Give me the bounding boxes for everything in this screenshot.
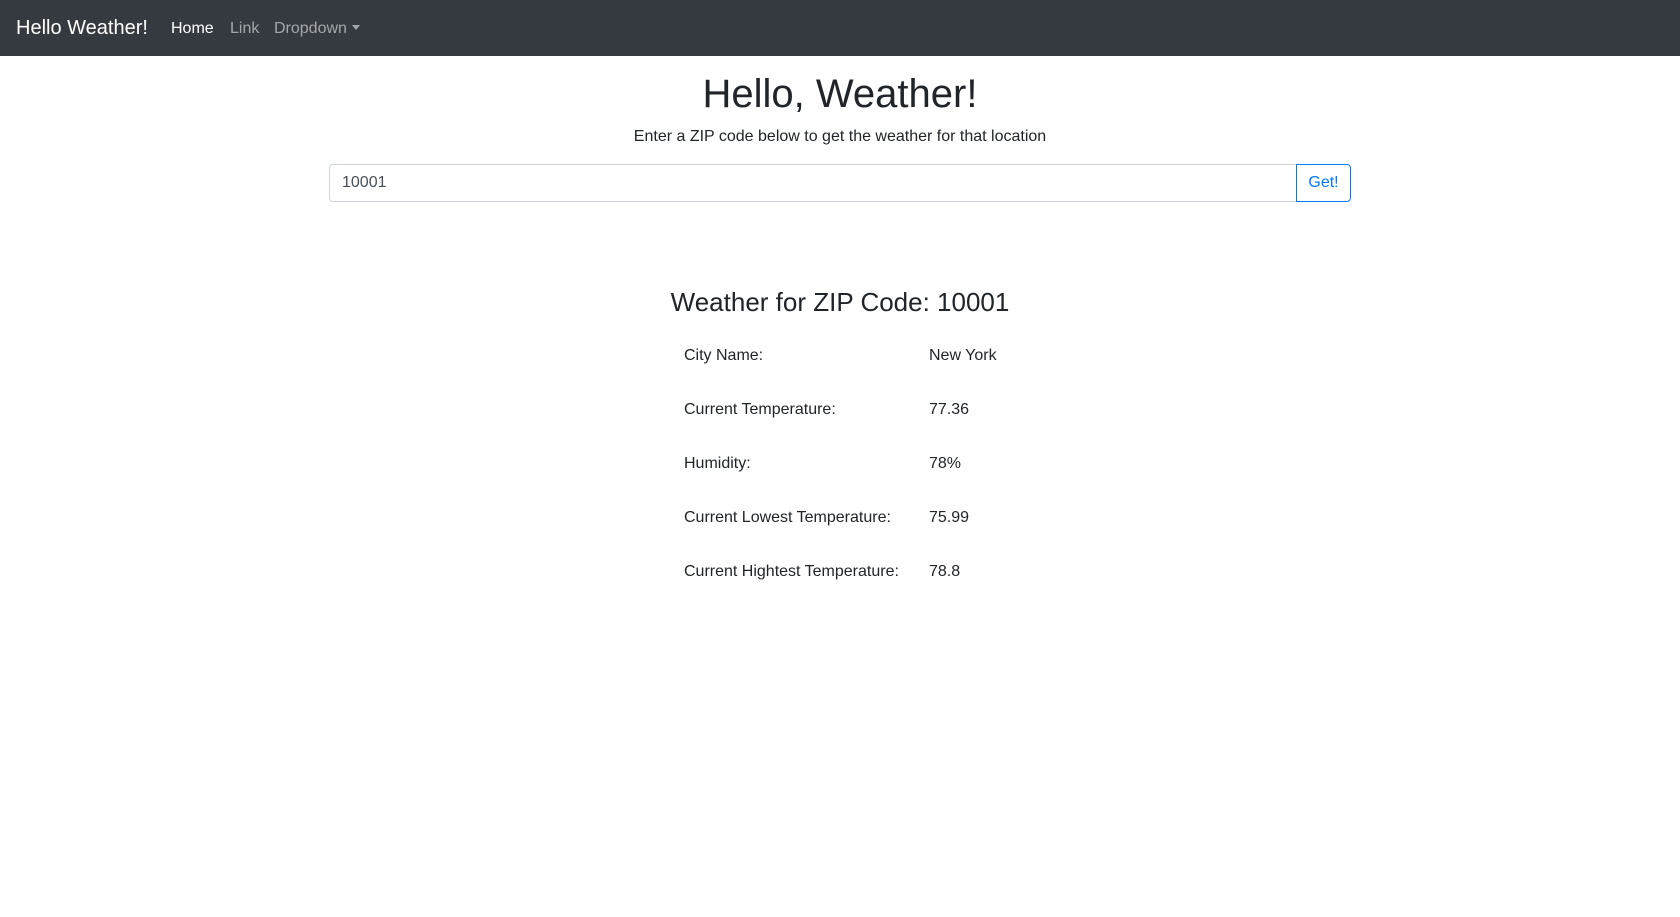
result-value: 78% <box>929 455 962 472</box>
result-label: Current Hightest Temperature: <box>684 563 899 580</box>
result-value: 78.8 <box>929 563 961 580</box>
result-row-humidity: Humidity: 78% <box>684 453 1084 477</box>
top-navbar: Hello Weather! Home Link Dropdown <box>0 0 1680 56</box>
dropdown-caret-icon <box>351 25 360 30</box>
result-value: New York <box>929 347 997 364</box>
page-subtitle: Enter a ZIP code below to get the weathe… <box>633 128 1047 145</box>
result-value: 75.99 <box>929 509 970 526</box>
get-weather-button[interactable]: Get! <box>1296 164 1351 202</box>
result-row-current-temperature: Current Temperature: 77.36 <box>684 399 1084 423</box>
result-row-highest-temperature: Current Hightest Temperature: 78.8 <box>684 561 1084 585</box>
result-row-lowest-temperature: Current Lowest Temperature: 75.99 <box>684 507 1084 531</box>
page-title: Hello, Weather! <box>702 72 978 116</box>
result-label: Humidity: <box>684 455 751 472</box>
result-label: Current Lowest Temperature: <box>684 509 891 526</box>
nav-item-dropdown-label: Dropdown <box>274 20 347 37</box>
result-label: City Name: <box>684 347 764 364</box>
nav-item-link[interactable]: Link <box>230 18 259 40</box>
result-label: Current Temperature: <box>684 401 836 418</box>
navbar-brand[interactable]: Hello Weather! <box>16 15 148 41</box>
zip-code-input[interactable] <box>329 164 1297 202</box>
nav-item-home[interactable]: Home <box>171 18 214 40</box>
weather-result-heading: Weather for ZIP Code: 10001 <box>670 287 1010 317</box>
nav-item-dropdown[interactable]: Dropdown <box>274 18 360 40</box>
result-value: 77.36 <box>929 401 970 418</box>
result-row-city: City Name: New York <box>684 345 1084 369</box>
